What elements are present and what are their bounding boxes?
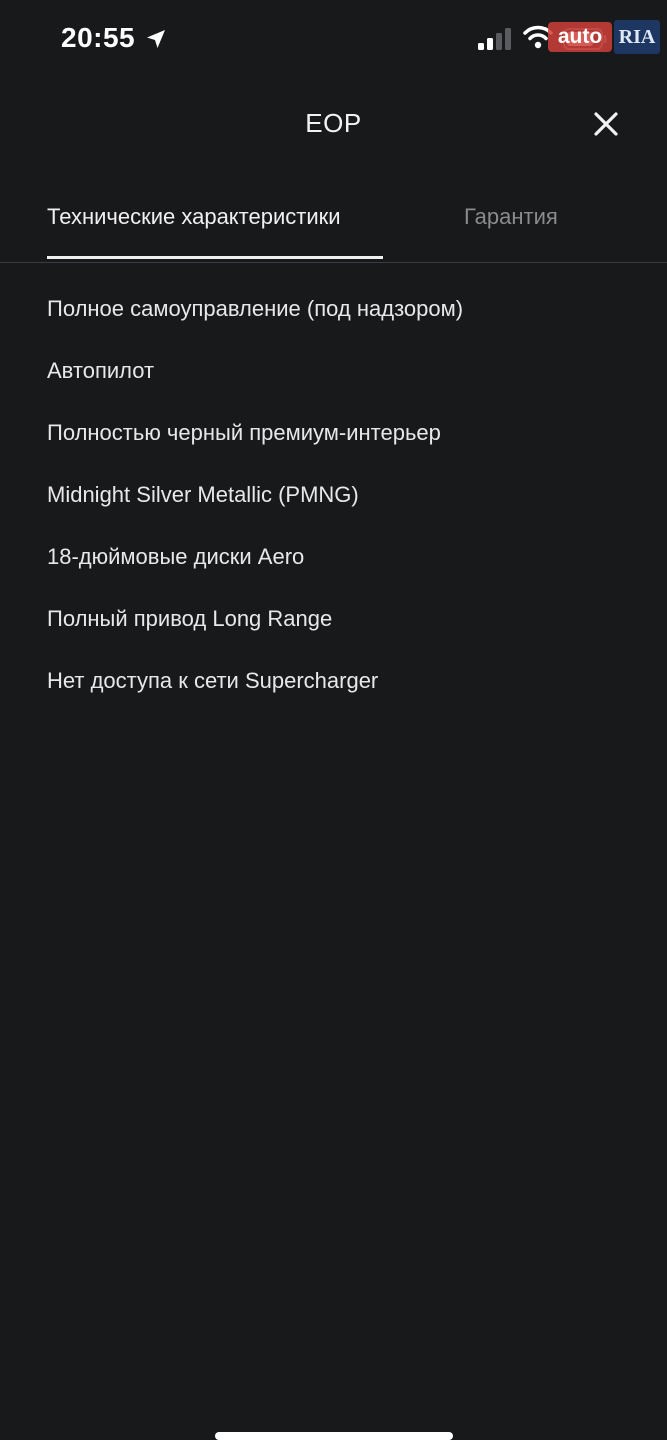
tab-warranty[interactable]: Гарантия <box>464 204 558 230</box>
spec-item: 18-дюймовые диски Aero <box>47 544 305 569</box>
watermark-auto-label: auto <box>548 22 612 52</box>
close-button[interactable] <box>588 106 624 142</box>
status-time: 20:55 <box>61 22 136 53</box>
spec-item: Полностью черный премиум-интерьер <box>47 420 441 445</box>
close-icon <box>594 112 618 136</box>
autoria-watermark-logo: auto RIA <box>548 20 660 54</box>
spec-item: Midnight Silver Metallic (PMNG) <box>47 482 359 507</box>
status-bar: 20:55 auto RIA <box>0 0 667 80</box>
active-tab-indicator <box>47 256 383 259</box>
spec-item: Полный привод Long Range <box>47 606 333 631</box>
tab-bar: Технические характеристики Гарантия <box>0 190 667 263</box>
home-indicator <box>215 1432 453 1440</box>
page-title: EOP <box>305 108 362 138</box>
location-arrow-icon <box>147 30 165 48</box>
spec-item: Нет доступа к сети Supercharger <box>47 668 379 693</box>
watermark-ria-label: RIA <box>614 20 660 54</box>
spec-list: Полное самоуправление (под надзором) Авт… <box>47 290 647 724</box>
spec-item: Полное самоуправление (под надзором) <box>47 296 464 321</box>
cellular-signal-icon <box>478 28 511 50</box>
tab-technical-specs[interactable]: Технические характеристики <box>47 204 341 230</box>
spec-item: Автопилот <box>47 358 155 383</box>
